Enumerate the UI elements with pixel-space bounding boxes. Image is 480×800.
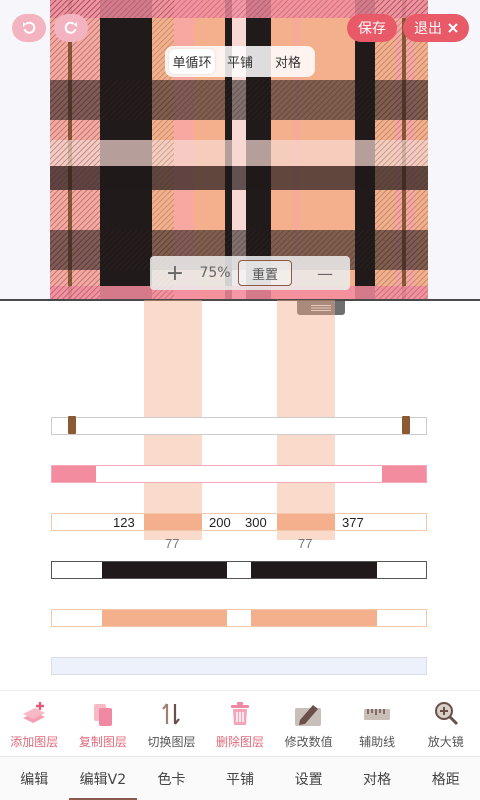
close-icon [448,23,458,33]
tab-edit-v2[interactable]: 编辑V2 [68,757,138,800]
magnifier-icon [431,699,461,729]
tab-tile[interactable]: 平铺 [206,757,275,800]
edit-value-icon [294,699,324,729]
layer-track-peach-edit[interactable] [51,513,427,531]
edit-value-button[interactable]: 修改数值 [274,691,343,754]
peach-segment-right[interactable] [251,610,377,626]
edit-value-label: 修改数值 [284,735,333,749]
zoom-in-button[interactable]: + [150,256,200,290]
tartan-svg [50,0,428,300]
ruler-icon [362,699,392,729]
stripe-a-segment[interactable] [144,514,202,530]
stripe-b-width: 77 [298,536,313,551]
layer-track-black[interactable] [51,561,427,579]
black-segment-left[interactable] [102,562,227,578]
pink-segment-left[interactable] [52,466,96,482]
stripe-a-start[interactable]: 123 [113,515,135,530]
zoom-control: + 75% 重置 — [150,256,350,290]
delete-layer-icon [225,699,255,729]
guide-lines-label: 辅助线 [359,735,396,749]
layer-track-peach[interactable] [51,609,427,627]
mode-match[interactable]: 对格 [265,49,311,74]
tab-color-card[interactable]: 色卡 [137,757,206,800]
layer-toolbar: 添加图层 复制图层 切换图层 删除图层 修改数值 辅助线 放大镜 [0,690,480,754]
delete-layer-label: 删除图层 [216,735,265,749]
mode-tile[interactable]: 平铺 [217,49,263,74]
stripe-b-end[interactable]: 377 [342,515,364,530]
reset-zoom-wrapper: 重置 [230,256,300,290]
undo-icon [23,21,36,34]
copy-layer-icon [88,699,118,729]
add-layer-icon [19,699,49,729]
layer-track-light-blue[interactable] [51,657,427,675]
redo-icon [64,21,77,34]
preview-divider [0,299,480,301]
tab-settings[interactable]: 设置 [274,757,343,800]
copy-layer-button[interactable]: 复制图层 [69,691,138,754]
reset-zoom-button[interactable]: 重置 [238,260,292,286]
magnifier-button[interactable]: 放大镜 [411,691,480,754]
undo-button[interactable] [12,14,46,42]
mode-single-loop[interactable]: 单循环 [169,49,215,74]
magnifier-label: 放大镜 [427,735,464,749]
stripe-b-start[interactable]: 300 [245,515,267,530]
zoom-level: 75% [199,265,231,281]
save-button[interactable]: 保存 [347,14,397,42]
exit-label: 退出 [414,20,442,36]
pattern-preview[interactable]: 保存 退出 单循环 平铺 对格 + 75% 重置 — [0,0,480,300]
tartan-pattern-canvas[interactable] [50,0,428,300]
stripe-b-segment[interactable] [277,514,335,530]
switch-layer-icon [156,699,186,729]
add-layer-button[interactable]: 添加图层 [0,691,69,754]
range-thumb-right[interactable] [402,416,410,434]
guide-lines-button[interactable]: 辅助线 [343,691,412,754]
add-layer-label: 添加图层 [10,735,59,749]
stripe-a-width: 77 [165,536,180,551]
repeat-mode-switch: 单循环 平铺 对格 [165,46,315,77]
tab-spacing[interactable]: 格距 [411,757,480,800]
black-segment-right[interactable] [251,562,377,578]
range-thumb-left[interactable] [68,416,76,434]
switch-layer-button[interactable]: 切换图层 [137,691,206,754]
zoom-out-button[interactable]: — [300,256,350,290]
redo-button[interactable] [54,14,88,42]
bottom-tab-bar: 编辑 编辑V2 色卡 平铺 设置 对格 格距 [0,756,480,800]
switch-layer-label: 切换图层 [147,735,196,749]
delete-layer-button[interactable]: 删除图层 [206,691,275,754]
tab-match[interactable]: 对格 [343,757,412,800]
peach-segment-left[interactable] [102,610,227,626]
stripe-a-end[interactable]: 200 [209,515,231,530]
copy-layer-label: 复制图层 [78,735,127,749]
layer-track-brown[interactable] [51,416,427,435]
save-label: 保存 [358,20,386,36]
pink-segment-right[interactable] [382,466,426,482]
tab-edit[interactable]: 编辑 [0,757,69,800]
exit-button[interactable]: 退出 [403,14,469,42]
layer-track-pink[interactable] [51,465,427,483]
